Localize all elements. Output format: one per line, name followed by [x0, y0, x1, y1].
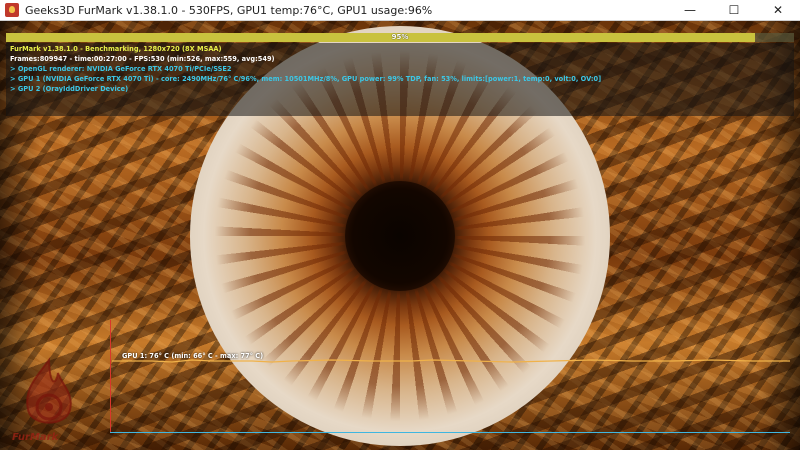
gpu-temperature-line [112, 359, 790, 363]
benchmark-progress-bar: 95% [6, 33, 794, 42]
opengl-renderer: > OpenGL renderer: NVIDIA GeForce RTX 40… [10, 65, 232, 73]
furmark-logo-text: FurMark [12, 432, 59, 443]
close-button[interactable]: ✕ [756, 0, 800, 20]
temperature-graph-x-axis [110, 432, 790, 433]
title-bar: Geeks3D FurMark v1.38.1.0 - 530FPS, GPU1… [0, 0, 800, 21]
eye-pupil [345, 181, 455, 291]
benchmark-title: FurMark v1.38.1.0 - Benchmarking, 1280x7… [10, 45, 222, 53]
stats-overlay: FurMark v1.38.1.0 - Benchmarking, 1280x7… [6, 43, 794, 116]
window-title: Geeks3D FurMark v1.38.1.0 - 530FPS, GPU1… [25, 3, 433, 17]
temperature-graph-y-axis [110, 320, 111, 432]
benchmark-progress-label: 95% [391, 33, 409, 41]
furmark-logo-icon [26, 357, 72, 424]
gpu2-info: > GPU 2 (OrayIddDriver Device) [10, 85, 129, 93]
window-controls: — ☐ ✕ [668, 0, 800, 20]
frames-stats: Frames:809947 - time:00:27:00 - FPS:530 … [10, 55, 275, 63]
gpu1-info: > GPU 1 (NVIDIA GeForce RTX 4070 Ti) - c… [10, 75, 602, 83]
minimize-button[interactable]: — [668, 0, 712, 20]
furmark-app-icon [5, 3, 19, 17]
maximize-button[interactable]: ☐ [712, 0, 756, 20]
